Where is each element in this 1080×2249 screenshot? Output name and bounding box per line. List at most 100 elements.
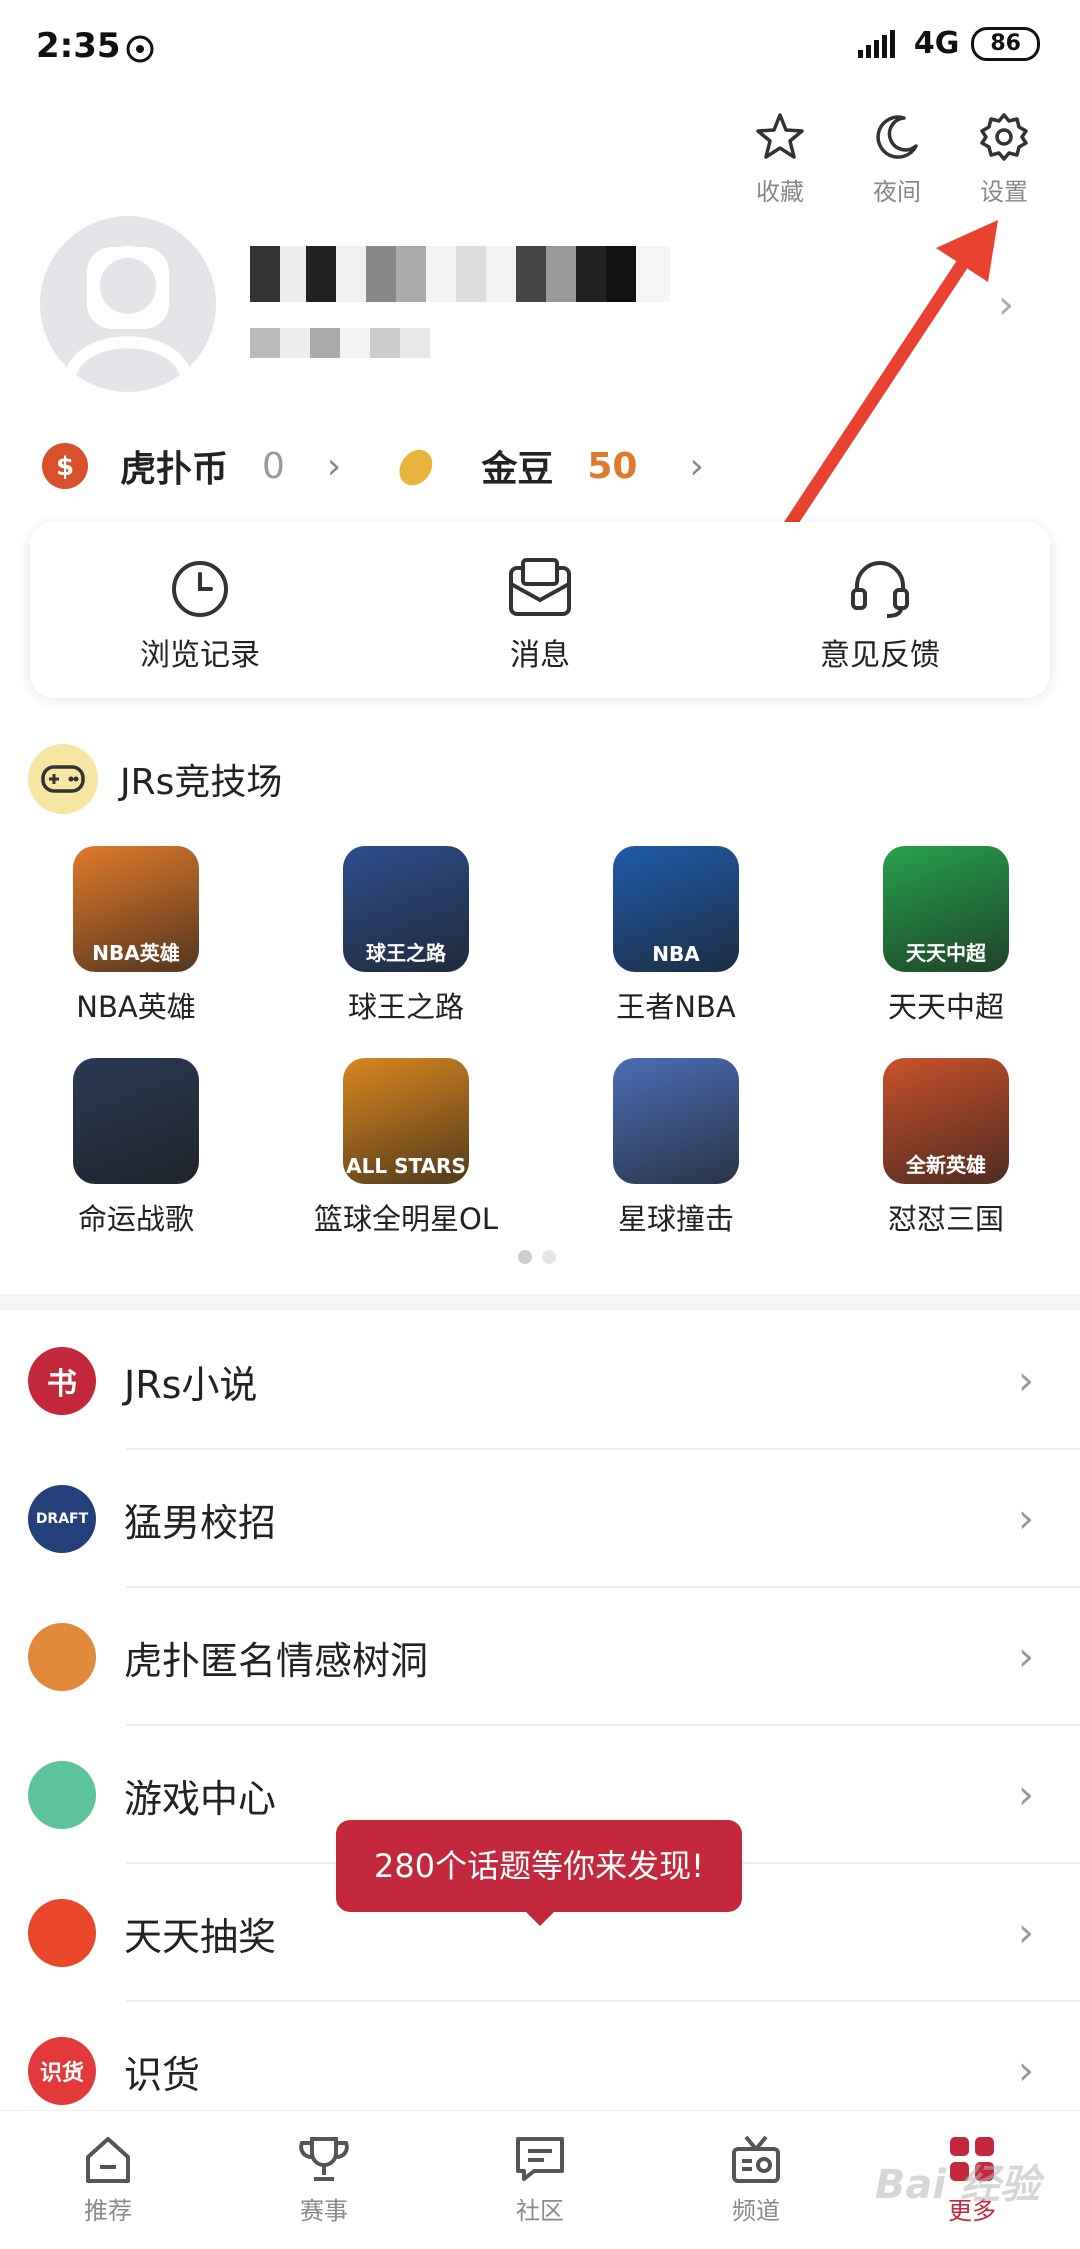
game-label: NBA英雄 xyxy=(76,990,196,1024)
game-label: 星球撞击 xyxy=(617,1202,734,1236)
chevron-right-icon: › xyxy=(1018,1910,1034,1956)
game-item[interactable]: ALL STARS 篮球全明星OL xyxy=(306,1058,506,1238)
list-item-label: 猛男校招 xyxy=(124,1500,277,1545)
bean-icon xyxy=(399,449,433,486)
game-badge: 天天中超 xyxy=(906,941,986,965)
game-icon: NBA xyxy=(613,846,739,972)
favorites-button[interactable]: 收藏 xyxy=(730,110,830,207)
gear-icon xyxy=(980,113,1028,161)
list-icon-glyph: 识货 xyxy=(39,2061,84,2086)
night-mode-button[interactable]: 夜间 xyxy=(847,110,947,207)
game-badge: NBA xyxy=(652,942,700,966)
nav-community-label: 社区 xyxy=(516,2197,564,2225)
game-badge: ALL STARS xyxy=(346,1154,466,1178)
game-label: 王者NBA xyxy=(616,990,736,1024)
game-label: 球王之路 xyxy=(347,990,464,1024)
shihuo-icon: 识货 xyxy=(28,2037,96,2105)
profile-name-redacted[interactable] xyxy=(250,246,670,302)
game-icon: 全新英雄 xyxy=(883,1058,1009,1184)
clock-icon xyxy=(172,561,228,617)
gold-bean-label: 金豆 xyxy=(481,449,554,490)
feedback-button[interactable]: 意见反馈 xyxy=(710,522,1050,698)
game-badge: NBA英雄 xyxy=(92,941,180,965)
moon-icon xyxy=(876,115,918,159)
gold-bean-value: 50 xyxy=(587,445,638,487)
arena-header[interactable]: JRs竞技场 xyxy=(28,744,282,814)
radio-icon xyxy=(732,2135,780,2183)
game-badge: 全新英雄 xyxy=(906,1153,986,1177)
signal-icon xyxy=(857,29,895,58)
gift-icon xyxy=(28,1899,96,1967)
nav-events-label: 赛事 xyxy=(300,2197,348,2225)
list-item[interactable]: 书 JRs小说 › xyxy=(0,1312,1080,1450)
game-item[interactable]: 命运战歌 xyxy=(36,1058,236,1238)
list-item-label: 天天抽奖 xyxy=(124,1914,277,1959)
nav-community[interactable]: 社区 xyxy=(432,2111,648,2249)
hupu-coin-label: 虎扑币 xyxy=(120,449,229,490)
game-icon xyxy=(613,1058,739,1184)
chevron-right-icon: › xyxy=(1018,1496,1034,1542)
nav-recommend[interactable]: 推荐 xyxy=(0,2111,216,2249)
game-item[interactable]: NBA英雄 NBA英雄 xyxy=(36,846,236,1026)
game-item[interactable]: 天天中超 天天中超 xyxy=(846,846,1046,1026)
chevron-right-icon: › xyxy=(1018,1358,1034,1404)
game-icon: 球王之路 xyxy=(343,846,469,972)
topics-tooltip[interactable]: 280个话题等你来发现! xyxy=(336,1820,742,1926)
book-icon: 书 xyxy=(28,1347,96,1415)
list-item-label: 游戏中心 xyxy=(124,1776,277,1821)
headset-icon xyxy=(851,561,909,618)
settings-label: 设置 xyxy=(980,178,1028,206)
arena-game-grid: NBA英雄 NBA英雄 球王之路 球王之路 NBA 王者NBA 天天中超 天天中超 命运战歌 AL… xyxy=(36,846,1046,1238)
avatar[interactable] xyxy=(40,216,216,392)
nav-events[interactable]: 赛事 xyxy=(216,2111,432,2249)
favorites-label: 收藏 xyxy=(756,178,804,206)
game-label: 篮球全明星OL xyxy=(314,1202,498,1236)
list-item[interactable]: DRAFT 猛男校招 › xyxy=(0,1450,1080,1588)
nav-channels[interactable]: 频道 xyxy=(648,2111,864,2249)
trophy-icon xyxy=(299,2137,349,2181)
page-dot-active xyxy=(518,1250,532,1264)
game-item[interactable]: NBA 王者NBA xyxy=(576,846,776,1026)
hupu-coin-chevron-icon: › xyxy=(326,445,342,487)
gold-bean-chevron-icon: › xyxy=(689,445,704,487)
hupu-coin-entry[interactable]: $ 虎扑币 0 › xyxy=(40,440,341,492)
star-icon xyxy=(756,113,804,159)
messages-label: 消息 xyxy=(510,638,570,673)
message-icon xyxy=(509,558,571,616)
gamepad-icon xyxy=(28,1761,96,1829)
gamepad-icon xyxy=(28,744,98,814)
svg-text:$: $ xyxy=(56,452,74,482)
section-divider xyxy=(0,1294,1080,1310)
game-icon: NBA英雄 xyxy=(73,846,199,972)
hupu-coin-value: 0 xyxy=(262,445,285,487)
list-icon-glyph: 书 xyxy=(47,1367,77,1402)
list-item[interactable]: 虎扑匿名情感树洞 › xyxy=(0,1588,1080,1726)
settings-button[interactable]: 设置 xyxy=(954,110,1054,207)
game-icon: 天天中超 xyxy=(883,846,1009,972)
chevron-right-icon: › xyxy=(1018,1634,1034,1680)
game-icon xyxy=(73,1058,199,1184)
game-label: 怼怼三国 xyxy=(887,1202,1004,1236)
game-item[interactable]: 全新英雄 怼怼三国 xyxy=(846,1058,1046,1238)
messages-button[interactable]: 消息 xyxy=(370,522,710,698)
feature-list: 书 JRs小说 › DRAFT 猛男校招 › 虎扑匿名情感树洞 › 游戏中心 › 天天抽奖 › 识货 识货… xyxy=(0,1312,1080,2140)
game-icon: ALL STARS xyxy=(343,1058,469,1184)
quick-actions-card: 浏览记录 消息 意见反馈 xyxy=(30,522,1050,698)
list-icon-glyph: DRAFT xyxy=(35,1511,89,1527)
gold-bean-entry[interactable]: 金豆 50 › xyxy=(393,440,704,492)
status-indicators: 4G 86 xyxy=(857,26,1040,61)
profile-subtitle-redacted xyxy=(250,328,450,358)
network-type: 4G xyxy=(913,26,960,61)
annotation-arrow xyxy=(763,220,998,562)
game-label: 命运战歌 xyxy=(77,1202,194,1236)
history-button[interactable]: 浏览记录 xyxy=(30,522,370,698)
game-item[interactable]: 球王之路 球王之路 xyxy=(306,846,506,1026)
draft-badge-icon: DRAFT xyxy=(28,1485,96,1553)
game-badge: 球王之路 xyxy=(366,941,446,965)
profile-chevron-icon[interactable]: › xyxy=(998,282,1014,328)
nav-recommend-label: 推荐 xyxy=(84,2197,132,2225)
game-item[interactable]: 星球撞击 xyxy=(576,1058,776,1238)
battery-level: 86 xyxy=(971,26,1040,61)
status-time: 2:35 xyxy=(36,26,121,66)
watermark: Bai 经验 xyxy=(874,2162,1040,2208)
